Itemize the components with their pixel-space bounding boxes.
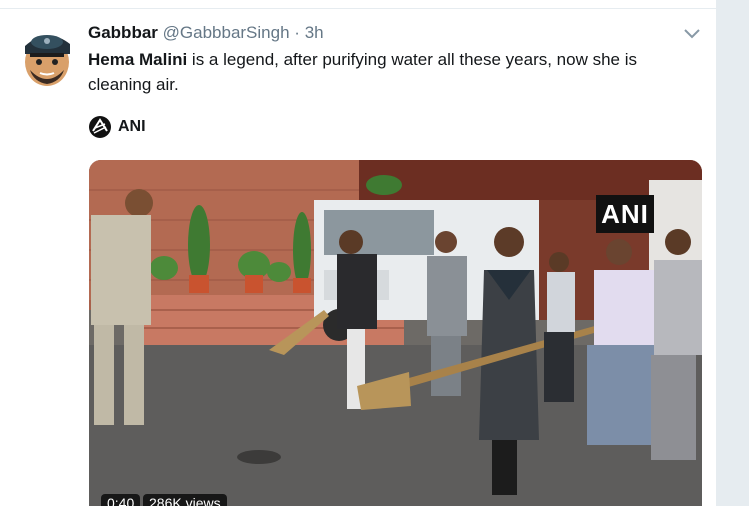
media-credit[interactable]: ANI [88,115,146,139]
ani-watermark: ANI [596,195,654,233]
separator: · [294,23,300,42]
ani-logo-icon [89,116,111,138]
divider [0,8,716,9]
video-player[interactable]: ANI 0:40 286K views [89,160,702,506]
view-count: 286K views [143,494,227,506]
user-handle[interactable]: @GabbbarSingh [163,23,290,42]
credit-label: ANI [118,118,146,135]
timestamp[interactable]: 3h [305,23,324,42]
tweet-header: Gabbbar @GabbbarSingh · 3h [88,22,324,44]
avatar[interactable] [20,26,74,88]
chevron-down-icon[interactable] [683,27,701,41]
display-name[interactable]: Gabbbar [88,23,158,42]
video-duration: 0:40 [101,494,141,506]
tweet-card[interactable]: Gabbbar @GabbbarSingh · 3h Hema Malini i… [0,0,716,506]
tweet-text: Hema Malini is a legend, after purifying… [88,47,678,97]
mention-name: Hema Malini [88,50,188,69]
